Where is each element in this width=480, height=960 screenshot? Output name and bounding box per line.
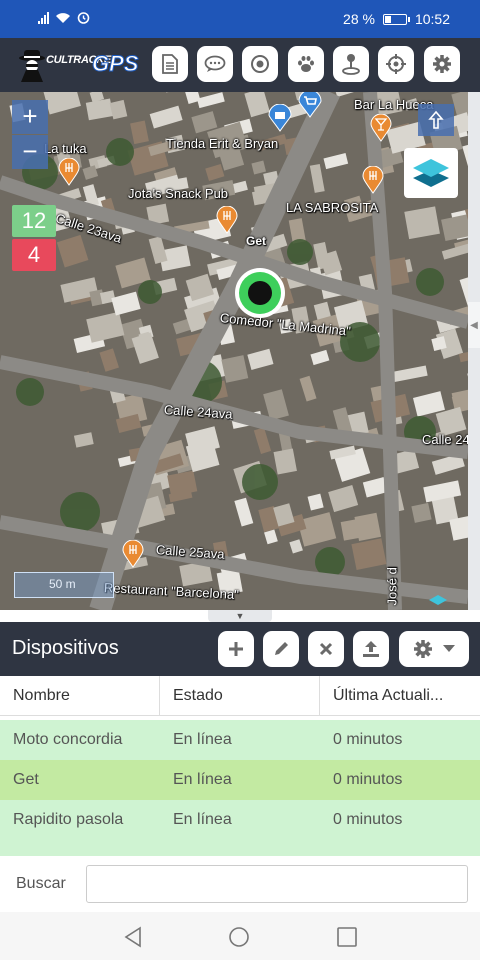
pencil-icon [275,642,288,655]
messages-button[interactable] [197,46,233,82]
map-label-calle-24b: Calle 24 [422,432,468,447]
joystick-button[interactable] [333,46,369,82]
rooftop [411,502,432,523]
device-marker-icon[interactable] [233,266,287,320]
system-nav-bar [0,912,480,960]
online-count-badge[interactable]: 12 [12,205,56,237]
map-label-la-tuka: La tuka [44,141,87,156]
joystick-icon [342,54,360,75]
search-label: Buscar [16,875,66,892]
column-header-updated[interactable]: Última Actuali... [320,676,480,716]
search-input[interactable] [86,865,468,903]
add-device-button[interactable] [218,631,254,667]
layers-icon [413,159,449,187]
layers-button[interactable] [404,148,458,198]
home-nav-icon[interactable] [228,926,250,948]
device-status: En línea [173,811,232,828]
zoom-out-button[interactable]: − [12,135,48,169]
pets-button[interactable] [288,46,324,82]
chevron-left-icon: ◀ [470,319,478,331]
gear-icon [414,640,432,658]
app-logo: CULTRACKE GPS [14,46,139,84]
recents-nav-icon[interactable] [336,926,358,948]
restaurant-poi-icon[interactable] [362,166,384,194]
locate-button[interactable] [378,46,414,82]
table-row[interactable]: Get En línea 0 minutos [0,760,480,800]
shop-poi-icon[interactable] [268,104,292,132]
map-side-strip: ◀ [468,92,480,610]
alarm-icon [77,12,90,24]
plus-icon [229,642,243,656]
document-icon [162,54,178,74]
device-name: Rapidito pasola [13,811,124,828]
rooftop [404,206,440,240]
edit-device-button[interactable] [263,631,299,667]
column-header-name[interactable]: Nombre [0,676,160,716]
device-name: Get [13,771,39,788]
column-header-status[interactable]: Estado [160,676,320,716]
device-settings-dropdown[interactable] [399,631,469,667]
status-bar: 28 % 10:52 [0,0,480,38]
device-status: En línea [173,771,232,788]
collapse-panel-handle[interactable]: ▼ [208,610,272,622]
battery-percent: 28 % [343,11,375,27]
map-label-tienda: Tienda Erit & Bryan [166,136,279,151]
rooftop [273,448,297,475]
detective-logo-icon [19,50,45,82]
rooftop [221,355,249,383]
devices-header: Dispositivos [0,622,480,676]
device-updated: 0 minutos [333,811,403,828]
paw-icon [298,56,314,72]
table-row[interactable]: Rapidito pasola En línea 0 minutos [0,800,480,840]
restaurant-poi-icon[interactable] [58,158,80,186]
upload-icon [363,641,379,657]
small-layers-icon[interactable] [428,594,448,608]
restaurant-poi-icon[interactable] [122,540,144,568]
chevron-down-icon: ▼ [235,611,245,621]
record-icon [251,55,269,73]
back-nav-icon[interactable] [122,926,144,948]
app-toolbar: CULTRACKE GPS [0,38,480,92]
table-row[interactable]: Moto concordia En línea 0 minutos [0,720,480,760]
cart-poi-icon[interactable] [298,92,322,118]
device-name: Moto concordia [13,731,123,748]
scale-label: 50 m [49,577,76,591]
settings-button[interactable] [424,46,460,82]
upload-button[interactable] [353,631,389,667]
scale-bar: 50 m [14,572,114,598]
search-bar: Buscar [0,856,480,912]
signal-icon [38,11,49,24]
device-status: En línea [173,731,232,748]
map-label-jose: José d [384,567,400,606]
record-button[interactable] [242,46,278,82]
map-label-sabrosita: LA SABROSITA [286,200,379,215]
caret-down-icon [443,645,455,652]
chat-icon [204,55,226,72]
crosshair-icon [386,54,406,74]
north-button[interactable] [418,104,454,136]
devices-title: Dispositivos [12,637,119,659]
table-row-partial[interactable] [0,840,480,856]
satellite-map[interactable]: La tuka Tienda Erit & Bryan Bar La Hueca… [0,92,468,610]
restaurant-poi-icon[interactable] [216,206,238,234]
device-updated: 0 minutos [333,731,403,748]
bar-poi-icon[interactable] [370,114,392,142]
expand-side-tab[interactable]: ◀ [468,302,480,348]
clock: 10:52 [414,11,450,27]
zoom-in-button[interactable]: + [12,100,48,134]
delete-device-button[interactable] [308,631,344,667]
device-marker-label: Get [246,234,267,248]
arrow-up-icon [428,110,444,129]
device-updated: 0 minutos [333,771,403,788]
gear-icon [433,55,451,73]
battery-icon [382,13,410,25]
map-label-jotas: Jota's Snack Pub [128,186,229,201]
devices-table-header: Nombre Estado Última Actuali... [0,676,480,716]
logo-gps-text: GPS [91,51,139,77]
wifi-icon [56,12,70,23]
offline-count-badge[interactable]: 4 [12,239,56,271]
close-icon [319,642,333,656]
reports-button[interactable] [152,46,188,82]
